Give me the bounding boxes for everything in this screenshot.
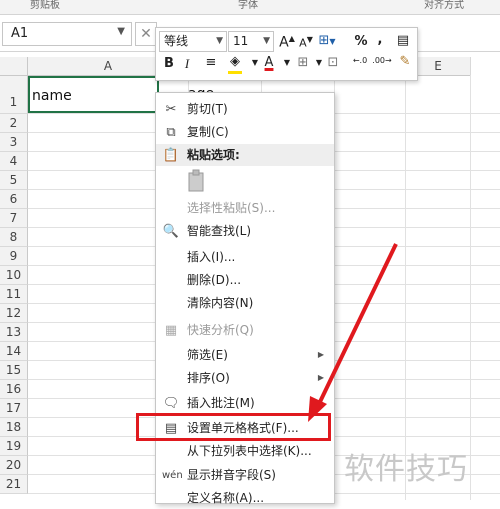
format-cells-highlight — [136, 413, 331, 441]
watermark-text: 软件技巧 — [344, 452, 468, 487]
